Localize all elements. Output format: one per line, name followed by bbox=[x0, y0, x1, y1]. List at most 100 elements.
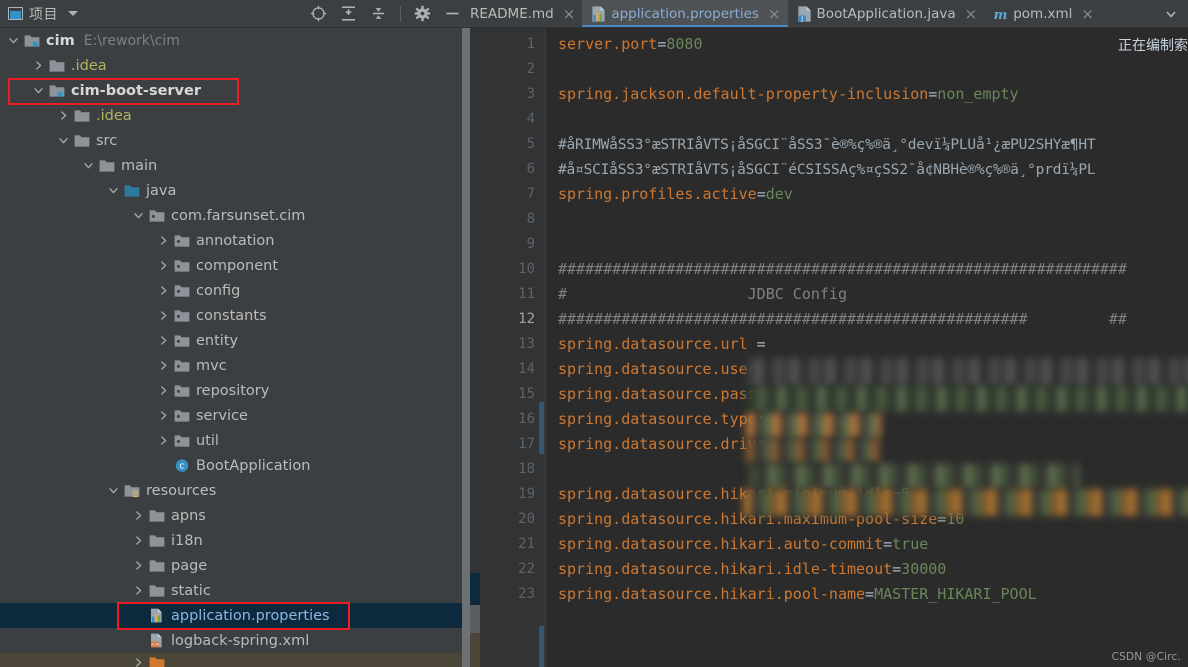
project-title-group[interactable]: 项目 bbox=[8, 4, 58, 24]
code-line[interactable]: #åRIMWåSS3°æSTRIåVTS¡åSGCI¨åSS3¯è®%ç%®ä¸… bbox=[546, 132, 1188, 157]
project-tool-window-header: 项目 bbox=[0, 0, 470, 28]
chevron-right-icon[interactable] bbox=[133, 535, 144, 546]
tree-row-util[interactable]: util bbox=[0, 428, 470, 453]
code-line[interactable] bbox=[546, 207, 1188, 232]
chevron-right-icon[interactable] bbox=[158, 435, 169, 446]
close-icon[interactable]: × bbox=[563, 6, 576, 22]
tree-row-logback-spring-xml[interactable]: <> logback-spring.xml bbox=[0, 628, 470, 653]
chevron-right-icon[interactable] bbox=[133, 560, 144, 571]
minimize-icon[interactable] bbox=[444, 5, 461, 22]
chevron-right-icon[interactable] bbox=[158, 385, 169, 396]
chevron-down-icon[interactable] bbox=[8, 35, 19, 46]
chevron-down-icon[interactable] bbox=[83, 160, 94, 171]
chevron-right-icon[interactable] bbox=[158, 360, 169, 371]
tree-row-constants[interactable]: constants bbox=[0, 303, 470, 328]
code-line[interactable]: server.port=8080 bbox=[546, 32, 1188, 57]
tree-row-page[interactable]: page bbox=[0, 553, 470, 578]
tree-row-i18n[interactable]: i18n bbox=[0, 528, 470, 553]
tree-row-entity[interactable]: entity bbox=[0, 328, 470, 353]
tree-row--idea[interactable]: .idea bbox=[0, 103, 470, 128]
expand-all-icon[interactable] bbox=[340, 5, 357, 22]
chevron-right-icon[interactable] bbox=[158, 335, 169, 346]
tree-row-application-properties[interactable]: application.properties bbox=[0, 603, 470, 628]
folder-icon bbox=[49, 60, 65, 72]
tab-readme-md[interactable]: README.md × bbox=[470, 0, 582, 27]
tree-row-cim[interactable]: cim E:\rework\cim bbox=[0, 28, 470, 53]
tree-row-resources[interactable]: resources bbox=[0, 478, 470, 503]
chevron-down-icon[interactable] bbox=[108, 485, 119, 496]
close-icon[interactable]: × bbox=[1081, 6, 1094, 22]
locate-icon[interactable] bbox=[310, 5, 327, 22]
code-line[interactable]: spring.datasource.passw bbox=[546, 382, 1188, 407]
code-line[interactable] bbox=[546, 107, 1188, 132]
close-icon[interactable]: × bbox=[768, 6, 781, 22]
code-editor[interactable]: 1 2 3 4 5 6 7 8 9 10 11 12 13 14 15 16 17 18 19 20 21 22 23 se… bbox=[470, 28, 1188, 667]
editor-code-area[interactable]: server.port=8080 spring.jackson.default-… bbox=[546, 28, 1188, 667]
tree-row--idea[interactable]: .idea bbox=[0, 53, 470, 78]
code-line[interactable]: ########################################… bbox=[546, 257, 1188, 282]
tab-pom-xml[interactable]: m pom.xml × bbox=[984, 0, 1101, 27]
code-line[interactable]: #å¤SCIåSS3°æSTRIåVTS¡åSGCI¨éCSISSAç%¤çSS… bbox=[546, 157, 1188, 182]
tree-row-config[interactable]: config bbox=[0, 278, 470, 303]
scrollbar-thumb[interactable] bbox=[462, 28, 470, 667]
tree-row-service[interactable]: service bbox=[0, 403, 470, 428]
code-line[interactable]: spring.datasource.drive bbox=[546, 432, 1188, 457]
gutter-line-number: 13 bbox=[518, 336, 535, 352]
tree-row-repository[interactable]: repository bbox=[0, 378, 470, 403]
tree-row-cim-boot-server[interactable]: cim-boot-server bbox=[0, 78, 470, 103]
code-line[interactable] bbox=[546, 232, 1188, 257]
tab-application-properties[interactable]: application.properties × bbox=[582, 0, 788, 27]
tree-row-annotation[interactable]: annotation bbox=[0, 228, 470, 253]
code-line[interactable]: spring.profiles.active=dev bbox=[546, 182, 1188, 207]
editor-gutter[interactable]: 1 2 3 4 5 6 7 8 9 10 11 12 13 14 15 16 17 18 19 20 21 22 23 bbox=[470, 28, 546, 667]
chevron-right-icon[interactable] bbox=[158, 310, 169, 321]
tree-row-mvc[interactable]: mvc bbox=[0, 353, 470, 378]
gear-icon[interactable] bbox=[414, 5, 431, 22]
code-line[interactable] bbox=[546, 457, 1188, 482]
code-line[interactable]: spring.jackson.default-property-inclusio… bbox=[546, 82, 1188, 107]
code-line[interactable]: spring.datasource.hikari.pool-name=MASTE… bbox=[546, 582, 1188, 607]
chevron-right-icon[interactable] bbox=[133, 510, 144, 521]
chevron-down-icon[interactable] bbox=[33, 85, 44, 96]
tree-row-com-farsunset-cim[interactable]: com.farsunset.cim bbox=[0, 203, 470, 228]
tree-row-partial[interactable] bbox=[0, 653, 470, 667]
chevron-right-icon[interactable] bbox=[133, 585, 144, 596]
project-panel-scrollbar[interactable] bbox=[461, 28, 470, 667]
tree-row-bootapplication[interactable]: C BootApplication bbox=[0, 453, 470, 478]
chevron-right-icon[interactable] bbox=[158, 410, 169, 421]
code-line[interactable]: # JDBC Config bbox=[546, 282, 1188, 307]
chevron-right-icon[interactable] bbox=[133, 657, 144, 667]
code-line[interactable]: spring.datasource.url = ic bbox=[546, 332, 1188, 357]
chevron-down-icon[interactable] bbox=[133, 210, 144, 221]
tree-row-apns[interactable]: apns bbox=[0, 503, 470, 528]
project-window-icon bbox=[8, 7, 23, 20]
chevron-right-icon[interactable] bbox=[158, 235, 169, 246]
chevron-down-icon[interactable] bbox=[58, 135, 69, 146]
chevron-right-icon[interactable] bbox=[158, 285, 169, 296]
chevron-down-icon[interactable] bbox=[108, 185, 119, 196]
chevron-right-icon[interactable] bbox=[158, 260, 169, 271]
code-line[interactable]: spring.datasource.hikari.minimum-idle=5 bbox=[546, 482, 1188, 507]
code-line[interactable]: spring.datasource.usern bbox=[546, 357, 1188, 382]
tree-row-java[interactable]: java bbox=[0, 178, 470, 203]
tab-bootapplication-java[interactable]: J BootApplication.java × bbox=[788, 0, 985, 27]
tree-row-main[interactable]: main bbox=[0, 153, 470, 178]
tree-row-src[interactable]: src bbox=[0, 128, 470, 153]
gutter-line-number: 7 bbox=[526, 186, 535, 202]
code-line[interactable]: spring.datasource.hikari.maximum-pool-si… bbox=[546, 507, 1188, 532]
collapse-all-icon[interactable] bbox=[370, 5, 387, 22]
code-line[interactable]: spring.datasource.type: bbox=[546, 407, 1188, 432]
chevron-right-icon[interactable] bbox=[58, 110, 69, 121]
close-icon[interactable]: × bbox=[965, 6, 978, 22]
code-line[interactable]: spring.datasource.hikari.auto-commit=tru… bbox=[546, 532, 1188, 557]
code-line[interactable] bbox=[546, 57, 1188, 82]
chevron-right-icon[interactable] bbox=[33, 60, 44, 71]
tab-overflow-button[interactable] bbox=[1154, 0, 1188, 27]
tree-row-component[interactable]: component bbox=[0, 253, 470, 278]
tree-row-label: BootApplication bbox=[196, 457, 311, 474]
chevron-down-icon[interactable] bbox=[68, 11, 78, 16]
code-line[interactable]: ########################################… bbox=[546, 307, 1188, 332]
project-tree[interactable]: cim E:\rework\cim .idea cim-boot-server .ide… bbox=[0, 28, 470, 667]
code-line[interactable]: spring.datasource.hikari.idle-timeout=30… bbox=[546, 557, 1188, 582]
tree-row-static[interactable]: static bbox=[0, 578, 470, 603]
